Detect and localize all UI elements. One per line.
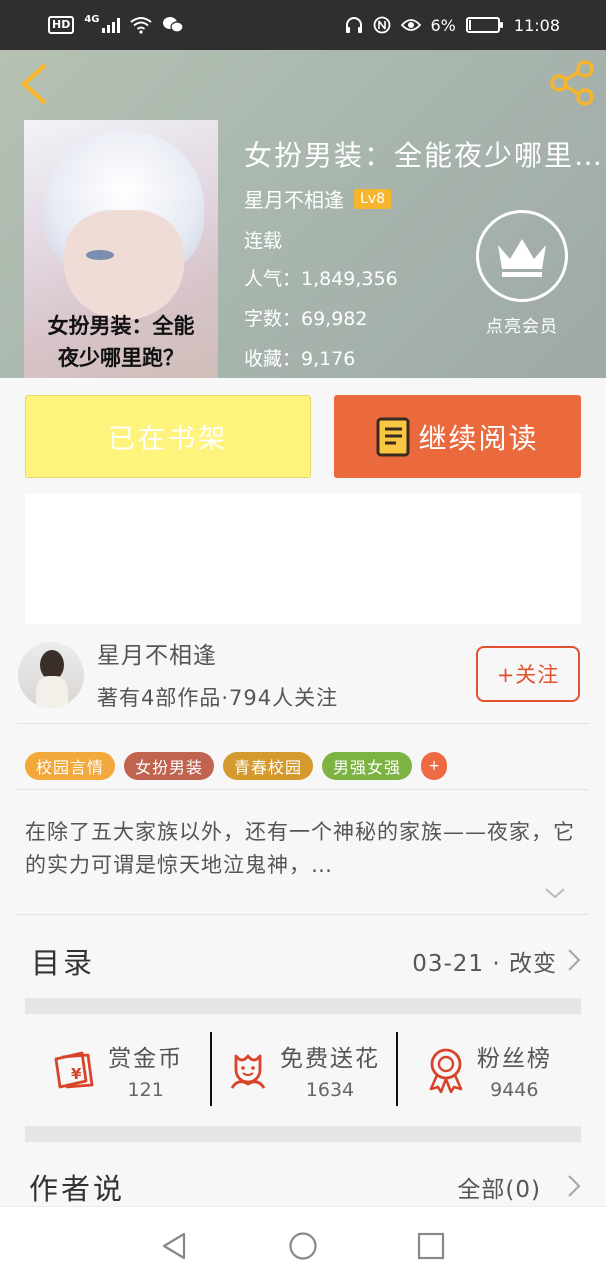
author-says-row[interactable]: 作者说 全部(0) <box>25 1164 581 1208</box>
nfc-icon <box>373 16 390 34</box>
author-says-title: 作者说 <box>29 1172 126 1206</box>
cover-title-line-2: 夜少哪里跑？ <box>58 345 184 370</box>
stat-value: 121 <box>127 1079 164 1101</box>
on-shelf-button[interactable]: 已在书架 <box>25 395 311 478</box>
chevron-left-icon[interactable] <box>16 62 56 106</box>
avatar-body <box>36 676 68 708</box>
stat-text: 粉丝榜 9446 <box>477 1039 552 1101</box>
system-nav-bar <box>0 1206 606 1280</box>
follow-button[interactable]: +关注 <box>476 646 580 702</box>
author-name[interactable]: 星月不相逢 <box>97 636 217 670</box>
book-icon <box>376 417 410 456</box>
status-right: 6% 11:08 <box>345 15 560 35</box>
nav-home-icon[interactable] <box>288 1231 318 1261</box>
stat-value: 1634 <box>305 1079 355 1101</box>
book-status: 连载 <box>244 230 283 252</box>
battery-icon <box>465 17 503 33</box>
divider <box>17 789 589 790</box>
red-envelope-icon: ¥ <box>54 1051 94 1089</box>
crown-icon <box>476 210 568 302</box>
author-avatar[interactable] <box>18 642 84 708</box>
headphones-icon <box>345 17 362 33</box>
author-stats: 著有4部作品·794人关注 <box>97 686 339 710</box>
continue-reading-button[interactable]: 继续阅读 <box>334 395 581 478</box>
nav-recents-icon[interactable] <box>416 1231 446 1261</box>
book-author-row: 星月不相逢 Lv8 <box>244 184 391 213</box>
book-synopsis[interactable]: 在除了五大家族以外，还有一个神秘的家族——夜家，它的实力可谓是惊天地泣鬼神，… <box>25 816 581 882</box>
wechat-icon <box>162 17 184 33</box>
stat-label: 赏金币 <box>108 1046 184 1072</box>
divider <box>17 914 589 915</box>
battery-percent: 6% <box>430 15 456 35</box>
network-type: 4G <box>84 14 100 25</box>
author-says-all[interactable]: 全部(0) <box>457 1170 541 1204</box>
book-title: 女扮男装：全能夜少哪里跑？ <box>244 139 604 172</box>
stat-text: 免费送花 1634 <box>280 1039 380 1101</box>
continue-reading-label: 继续阅读 <box>418 421 539 455</box>
cover-title: 女扮男装：全能 夜少哪里跑？ <box>24 310 218 374</box>
more-tags-button[interactable]: + <box>421 752 448 780</box>
share-icon[interactable] <box>550 60 596 106</box>
book-cover[interactable]: 女扮男装：全能 夜少哪里跑？ <box>24 120 218 378</box>
stat-label: 粉丝榜 <box>476 1046 552 1072</box>
free-flowers[interactable]: 免费送花 1634 <box>210 1030 395 1110</box>
svg-text:¥: ¥ <box>71 1065 82 1083</box>
chevron-right-icon <box>568 1175 581 1197</box>
book-word-count: 字数：69,982 <box>244 308 368 330</box>
status-left: HD 4G <box>48 14 184 34</box>
nav-back-icon[interactable] <box>160 1231 190 1261</box>
catalog-latest-update: 03-21 · 改变 <box>412 951 557 977</box>
wifi-icon <box>129 17 152 34</box>
catalog-row[interactable]: 目录 03-21 · 改变 <box>25 936 581 982</box>
support-stats: ¥ 赏金币 121 免费送花 1634 粉丝榜 9446 <box>25 1030 581 1110</box>
ad-placeholder <box>25 494 581 624</box>
author-card: 星月不相逢 著有4部作品·794人关注 +关注 <box>0 630 606 724</box>
clock: 11:08 <box>513 15 560 35</box>
tag-chip[interactable]: 男强女强 <box>322 752 413 780</box>
chevron-right-icon <box>568 949 581 971</box>
vip-button[interactable]: 点亮会员 <box>474 210 570 346</box>
battery-fill <box>468 20 471 30</box>
tag-chip[interactable]: 校园言情 <box>25 752 116 780</box>
cover-art-eye <box>86 250 114 260</box>
medal-icon <box>429 1048 463 1093</box>
stat-label: 免费送花 <box>279 1046 380 1072</box>
author-level-badge: Lv8 <box>354 188 391 209</box>
book-author[interactable]: 星月不相逢 <box>244 184 344 213</box>
flower-icon <box>230 1054 266 1089</box>
status-bar: HD 4G 6% 11:08 <box>0 0 606 50</box>
tag-chip[interactable]: 女扮男装 <box>124 752 215 780</box>
fan-ranking[interactable]: 粉丝榜 9446 <box>395 1030 581 1110</box>
section-divider <box>25 998 581 1014</box>
book-favorites: 收藏：9,176 <box>244 348 356 370</box>
divider <box>17 723 589 724</box>
stat-text: 赏金币 121 <box>108 1039 183 1101</box>
hd-indicator: HD <box>48 16 75 34</box>
book-popularity: 人气：1,849,356 <box>244 268 398 290</box>
tag-chip[interactable]: 青春校园 <box>223 752 314 780</box>
vip-label: 点亮会员 <box>486 317 558 337</box>
stat-value: 9446 <box>490 1079 539 1101</box>
cover-title-line-1: 女扮男装：全能 <box>47 313 195 338</box>
signal-icon <box>101 17 120 33</box>
cover-art-face <box>64 210 184 320</box>
eye-icon <box>400 19 421 31</box>
reward-coins[interactable]: ¥ 赏金币 121 <box>25 1030 210 1110</box>
book-header: 女扮男装：全能 夜少哪里跑？ 女扮男装：全能夜少哪里跑？ 星月不相逢 Lv8 连… <box>0 50 606 378</box>
section-divider <box>25 1126 581 1142</box>
chevron-down-icon[interactable] <box>544 886 566 900</box>
catalog-title: 目录 <box>31 946 96 980</box>
tag-list: 校园言情 女扮男装 青春校园 男强女强 + <box>25 752 448 780</box>
